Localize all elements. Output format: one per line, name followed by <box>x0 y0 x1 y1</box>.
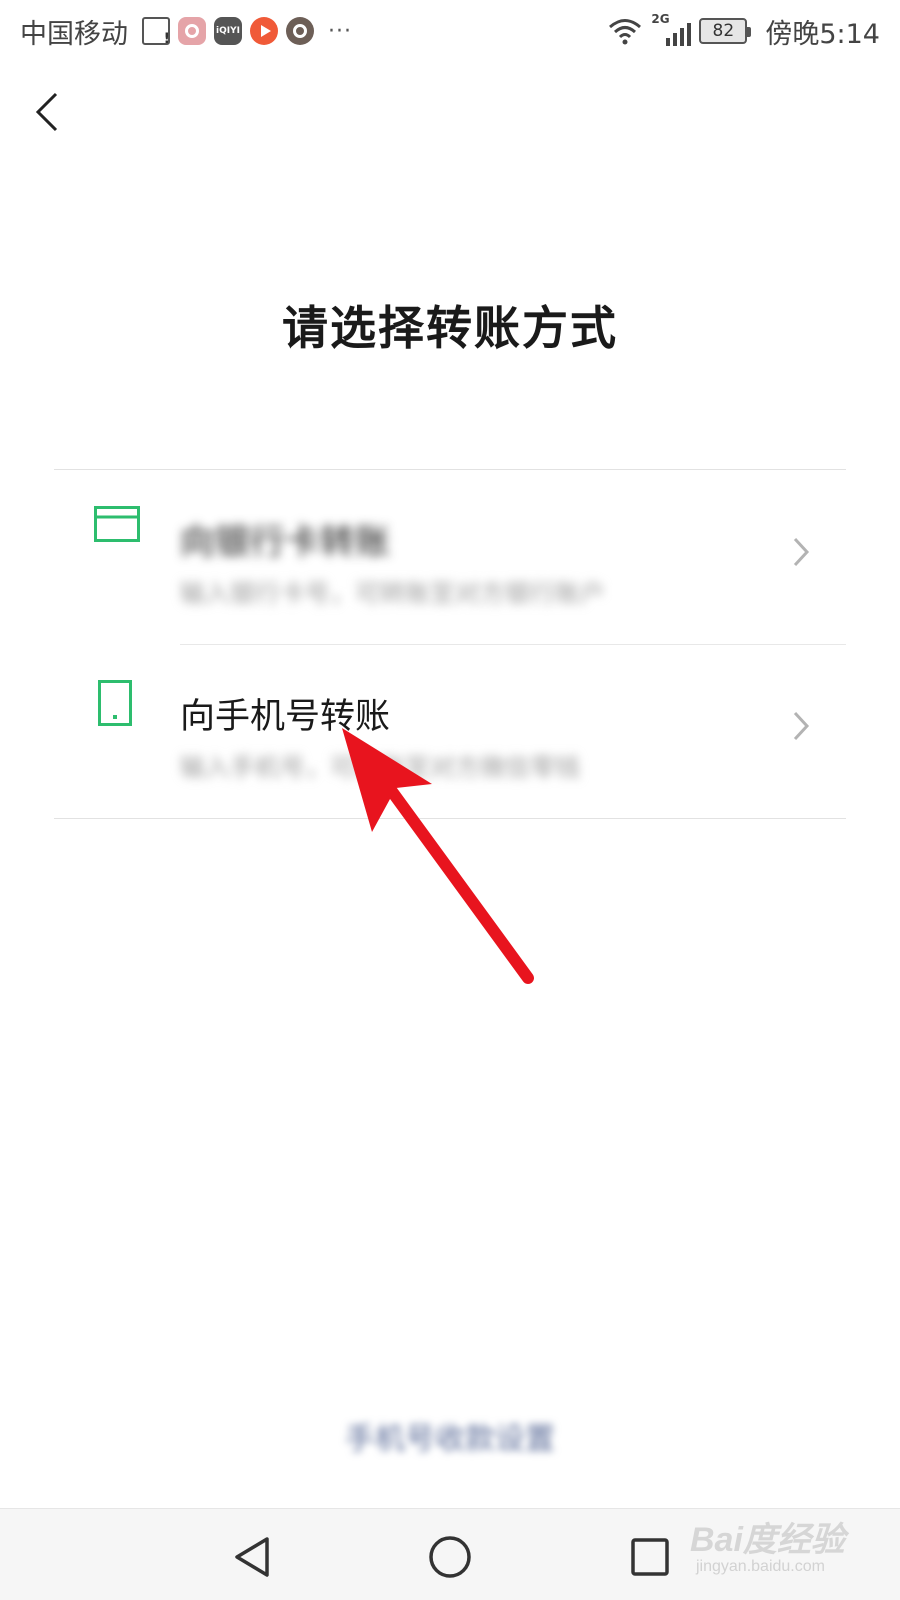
page-title: 请选择转账方式 <box>282 301 618 355</box>
chevron-right-icon <box>793 711 810 741</box>
battery-level: 82 <box>712 21 735 41</box>
more-notifications-icon: ··· <box>328 18 352 44</box>
square-recents-icon <box>631 1538 669 1576</box>
wifi-icon <box>609 19 642 45</box>
cellular-signal-icon: 2G <box>651 12 692 48</box>
clock: 傍晚5:14 <box>765 18 880 50</box>
option-description: 输入手机号，可转账至对方微信零钱 <box>180 753 581 782</box>
iqiyi-icon: iQIYI <box>214 17 242 45</box>
carrier-label: 中国移动 <box>20 18 128 50</box>
transfer-options-list: 向银行卡转账 输入银行卡号，可转账至对方银行账户 向手机号转账 输入手机号，可转… <box>54 469 846 819</box>
navigation-bar <box>0 1508 900 1600</box>
battery-icon: 82 <box>699 18 752 44</box>
option-phone-number-transfer[interactable]: 向手机号转账 输入手机号，可转账至对方微信零钱 <box>54 644 846 818</box>
chevron-left-icon <box>35 92 58 132</box>
gallery-warning-icon <box>142 17 170 47</box>
sync-app-icon <box>286 17 314 45</box>
option-bank-card-transfer[interactable]: 向银行卡转账 输入银行卡号，可转账至对方银行账户 <box>54 470 846 644</box>
status-right: 2G 82 傍晚5:14 <box>607 12 880 51</box>
nav-home-button[interactable] <box>422 1529 478 1585</box>
option-title: 向银行卡转账 <box>180 523 391 563</box>
back-button[interactable] <box>22 84 72 140</box>
option-description: 输入银行卡号，可转账至对方银行账户 <box>180 579 606 608</box>
signal-bars <box>666 23 692 46</box>
screen: 中国移动 iQIYI ··· 2G 82 <box>0 0 900 1600</box>
nav-back-button[interactable] <box>224 1529 280 1585</box>
phone-receive-settings-link[interactable]: 手机号收款设置 <box>0 1414 900 1458</box>
status-bar: 中国移动 iQIYI ··· 2G 82 <box>0 0 900 62</box>
mobile-phone-icon <box>98 680 132 726</box>
bank-card-icon <box>94 506 140 542</box>
circle-home-icon <box>429 1536 471 1578</box>
triangle-back-icon <box>235 1537 269 1577</box>
option-title: 向手机号转账 <box>180 697 391 737</box>
video-app-icon <box>178 17 206 45</box>
nav-recents-button[interactable] <box>622 1529 678 1585</box>
chevron-right-icon <box>793 537 810 567</box>
play-app-icon <box>250 17 278 45</box>
status-left: 中国移动 iQIYI ··· <box>20 12 352 51</box>
